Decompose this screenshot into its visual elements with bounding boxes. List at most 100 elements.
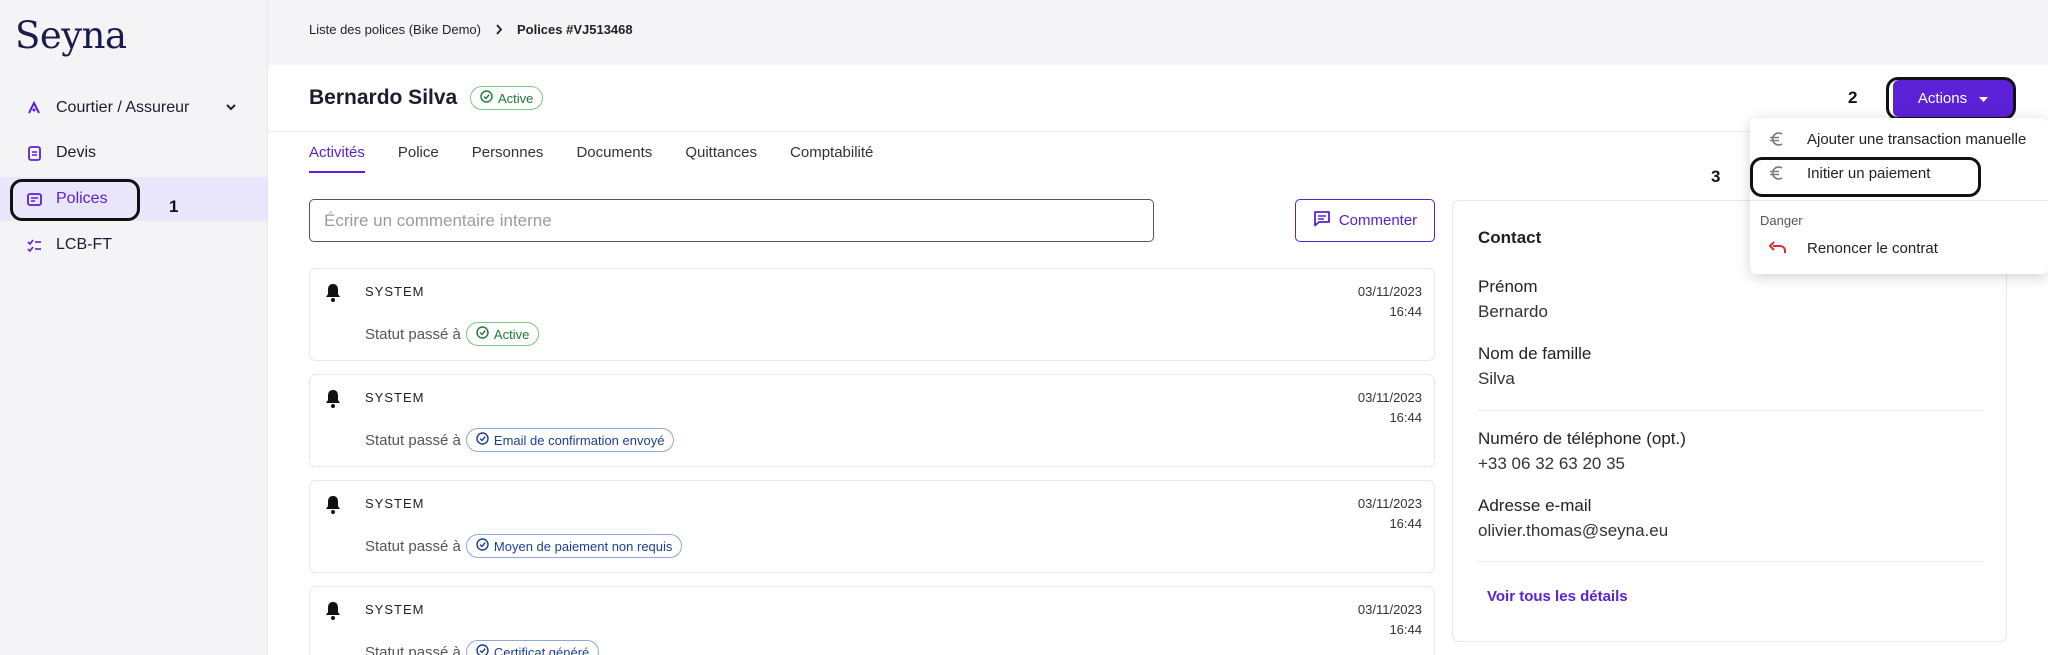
- annotation-box-1: [10, 179, 140, 221]
- field-value: olivier.thomas@seyna.eu: [1478, 521, 1669, 540]
- activity-timestamp: 03/11/2023 16:44: [1358, 388, 1422, 428]
- divider: [1478, 410, 1984, 411]
- tab-personnes[interactable]: Personnes: [472, 144, 544, 173]
- status-badge: Certificat généré: [465, 640, 600, 655]
- app-logo[interactable]: Seyna: [15, 14, 127, 57]
- status-badge-label: Active: [498, 90, 534, 106]
- status-badge: Moyen de paiement non requis: [465, 534, 683, 558]
- comment-icon: [1313, 210, 1331, 231]
- status-badge-label: Certificat généré: [493, 644, 590, 655]
- menu-item-renounce-contract[interactable]: Renoncer le contrat: [1750, 232, 2048, 264]
- field-value: +33 06 32 63 20 35: [1478, 454, 1625, 473]
- comment-input[interactable]: [309, 199, 1154, 242]
- menu-item-label: Ajouter une transaction manuelle: [1807, 130, 2027, 148]
- status-badge: Email de confirmation envoyé: [465, 428, 675, 452]
- activity-status-line: Statut passé à Active: [365, 322, 540, 346]
- sidebar-item-lcb-ft[interactable]: LCB-FT: [0, 223, 268, 267]
- check-circle-icon: [476, 432, 489, 448]
- check-circle-icon: [476, 644, 489, 655]
- field-value: Bernardo: [1478, 302, 1548, 321]
- activity-time: 16:44: [1389, 304, 1422, 319]
- annotation-box-3: [1750, 157, 1981, 197]
- menu-section-label: Danger: [1760, 213, 1803, 228]
- divider: [1478, 561, 1984, 562]
- field-label: Adresse e-mail: [1478, 496, 1592, 515]
- breadcrumb-current: Polices #VJ513468: [516, 22, 633, 37]
- document-icon: [26, 145, 42, 161]
- activity-time: 16:44: [1389, 622, 1422, 637]
- field-label: Numéro de téléphone (opt.): [1478, 429, 1686, 448]
- sidebar: Seyna Courtier / Assureur Devis Polices …: [0, 0, 268, 655]
- activity-status-line: Statut passé à Moyen de paiement non req…: [365, 534, 683, 558]
- activity-card: SYSTEM 03/11/2023 16:44 Statut passé à M…: [309, 480, 1435, 573]
- annotation-number-1: 1: [169, 197, 179, 216]
- page-title: Bernardo Silva: [309, 86, 458, 109]
- activity-time: 16:44: [1389, 410, 1422, 425]
- menu-divider: [1750, 200, 2048, 201]
- status-badge-label: Active: [493, 326, 530, 342]
- activity-date: 03/11/2023: [1357, 496, 1422, 511]
- activity-timestamp: 03/11/2023 16:44: [1358, 494, 1422, 534]
- field-value: Silva: [1478, 369, 1515, 388]
- check-circle-icon: [480, 90, 493, 106]
- sidebar-item-label: LCB-FT: [56, 236, 112, 253]
- undo-icon: [1768, 241, 1790, 255]
- status-badge-label: Moyen de paiement non requis: [493, 538, 673, 554]
- field-label: Prénom: [1478, 277, 1538, 296]
- activity-card: SYSTEM 03/11/2023 16:44 Statut passé à C…: [309, 586, 1435, 655]
- activity-card: SYSTEM 03/11/2023 16:44 Statut passé à A…: [309, 268, 1435, 361]
- activity-author: SYSTEM: [365, 284, 425, 299]
- chevron-right-icon: [495, 24, 503, 35]
- status-prefix: Statut passé à: [365, 537, 461, 555]
- activity-date: 03/11/2023: [1357, 284, 1422, 299]
- see-all-details-link[interactable]: Voir tous les détails: [1487, 588, 1628, 605]
- sidebar-item-label: Courtier / Assureur: [56, 99, 190, 116]
- tab-bar: Activités Police Personnes Documents Qui…: [309, 144, 873, 173]
- activity-timestamp: 03/11/2023 16:44: [1358, 600, 1422, 640]
- comment-button-label: Commenter: [1338, 212, 1418, 229]
- comment-button[interactable]: Commenter: [1295, 199, 1435, 242]
- activity-status-line: Statut passé à Email de confirmation env…: [365, 428, 675, 452]
- activity-status-line: Statut passé à Certificat généré: [365, 640, 600, 655]
- tab-police[interactable]: Police: [398, 144, 439, 173]
- status-prefix: Statut passé à: [365, 431, 461, 449]
- annotation-number-2: 2: [1848, 88, 1858, 107]
- menu-item-add-manual-transaction[interactable]: Ajouter une transaction manuelle: [1750, 123, 2048, 155]
- status-badge-label: Email de confirmation envoyé: [493, 432, 665, 448]
- activity-time: 16:44: [1389, 516, 1422, 531]
- activity-timestamp: 03/11/2023 16:44: [1358, 282, 1422, 322]
- bell-icon: [324, 601, 342, 626]
- activity-date: 03/11/2023: [1357, 602, 1422, 617]
- tab-comptabilite[interactable]: Comptabilité: [790, 144, 873, 173]
- broker-icon: [26, 100, 42, 116]
- status-prefix: Statut passé à: [365, 325, 461, 343]
- field-label: Nom de famille: [1478, 344, 1592, 363]
- sidebar-item-courtier-assureur[interactable]: Courtier / Assureur: [0, 86, 268, 130]
- activity-author: SYSTEM: [365, 496, 425, 511]
- breadcrumb: Liste des polices (Bike Demo) Polices #V…: [309, 22, 633, 37]
- activity-author: SYSTEM: [365, 390, 425, 405]
- contact-title: Contact: [1478, 228, 1542, 247]
- status-badge: Active: [465, 322, 540, 346]
- bell-icon: [324, 495, 342, 520]
- tab-quittances[interactable]: Quittances: [685, 144, 757, 173]
- status-prefix: Statut passé à: [365, 643, 461, 655]
- check-circle-icon: [476, 538, 489, 554]
- bell-icon: [324, 389, 342, 414]
- status-badge: Active: [470, 86, 544, 110]
- euro-icon: [1768, 131, 1790, 147]
- checklist-icon: [26, 237, 42, 253]
- activity-author: SYSTEM: [365, 602, 425, 617]
- sidebar-item-label: Devis: [56, 144, 97, 161]
- activity-card: SYSTEM 03/11/2023 16:44 Statut passé à E…: [309, 374, 1435, 467]
- tab-documents[interactable]: Documents: [576, 144, 652, 173]
- annotation-box-2: [1886, 77, 2016, 120]
- sidebar-item-devis[interactable]: Devis: [0, 131, 268, 175]
- activity-date: 03/11/2023: [1357, 390, 1422, 405]
- tab-activites[interactable]: Activités: [309, 144, 365, 173]
- check-circle-icon: [476, 326, 489, 342]
- chevron-down-icon[interactable]: [224, 100, 238, 119]
- menu-item-label: Renoncer le contrat: [1807, 239, 1938, 257]
- annotation-number-3: 3: [1711, 167, 1721, 186]
- breadcrumb-parent[interactable]: Liste des polices (Bike Demo): [309, 22, 481, 37]
